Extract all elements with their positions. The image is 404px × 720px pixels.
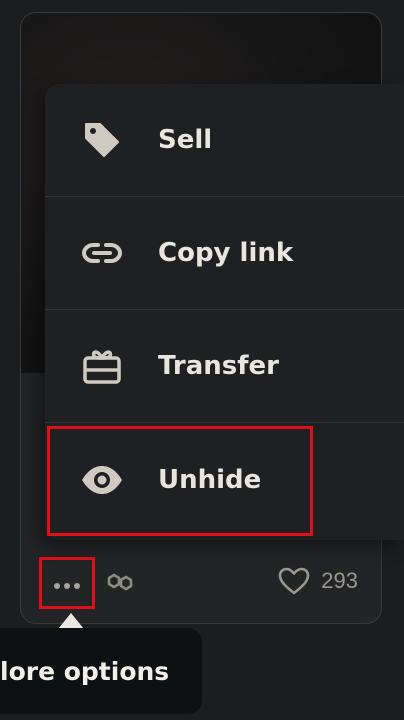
menu-item-sell[interactable]: Sell <box>45 84 404 197</box>
menu-item-label: Unhide <box>158 464 262 495</box>
like-control[interactable]: 293 <box>277 566 358 596</box>
eye-icon <box>80 458 124 502</box>
link-icon <box>80 231 124 275</box>
menu-item-unhide[interactable]: Unhide <box>45 423 404 536</box>
gift-icon <box>80 344 124 388</box>
menu-item-label: Transfer <box>158 351 279 381</box>
more-options-button[interactable] <box>39 557 95 609</box>
menu-item-transfer[interactable]: Transfer <box>45 310 404 423</box>
like-count: 293 <box>321 568 358 593</box>
context-menu: Sell Copy link Transfer Unhide <box>45 84 404 540</box>
menu-item-label: Sell <box>158 125 213 155</box>
menu-item-copy-link[interactable]: Copy link <box>45 197 404 310</box>
ellipsis-icon <box>52 573 82 594</box>
menu-item-label: Copy link <box>158 238 294 268</box>
tag-icon <box>80 118 124 162</box>
polygon-chain-icon[interactable] <box>104 566 136 598</box>
tooltip: lore options <box>0 628 202 714</box>
tooltip-text: lore options <box>0 656 170 686</box>
tooltip-arrow <box>58 613 84 629</box>
heart-icon[interactable] <box>277 566 311 596</box>
